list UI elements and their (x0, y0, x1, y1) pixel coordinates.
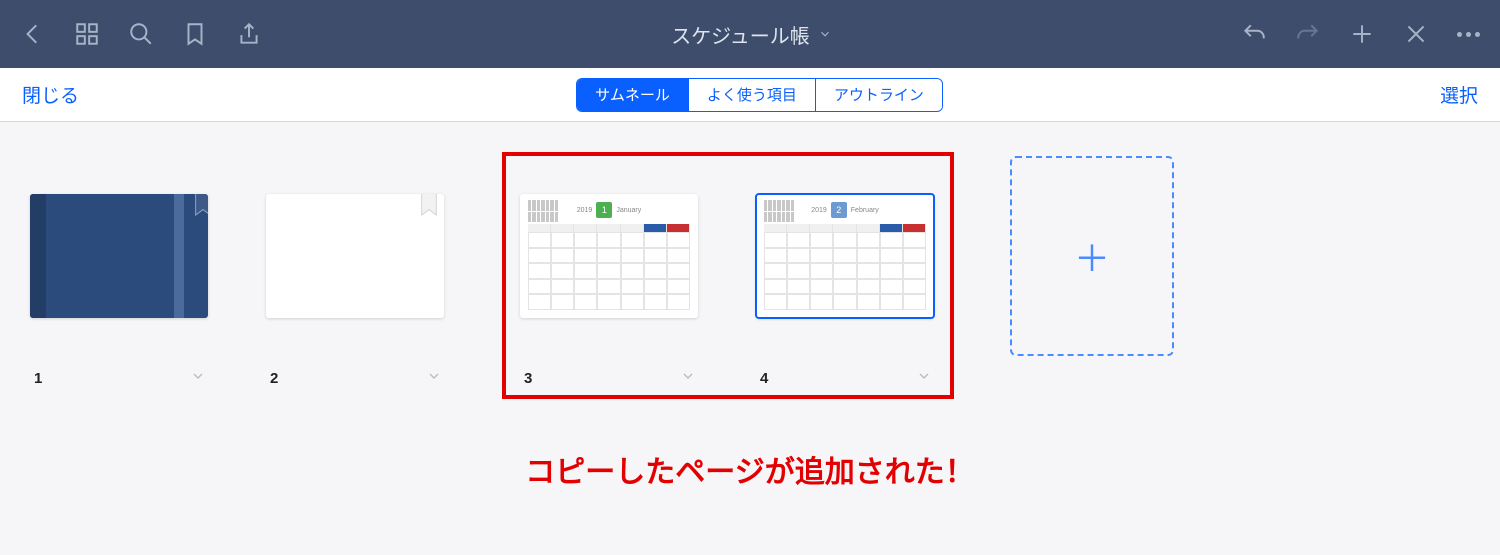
calendar-year: 2019 (577, 207, 593, 214)
page-thumbnail-2[interactable]: 2 (266, 194, 446, 389)
select-button[interactable]: 選択 (1440, 81, 1478, 108)
bookmark-outline-icon (418, 194, 440, 225)
undo-icon[interactable] (1241, 21, 1267, 47)
view-segmented-control: サムネール よく使う項目 アウトライン (576, 78, 943, 112)
calendar-month-badge: 1 (596, 202, 612, 218)
plus-icon: ＋ (1074, 230, 1110, 282)
tab-thumbnails[interactable]: サムネール (577, 79, 689, 111)
page-menu-icon[interactable] (426, 368, 442, 389)
calendar-year: 2019 (811, 207, 827, 214)
calendar-month-label: February (851, 207, 879, 214)
tab-favorites[interactable]: よく使う項目 (689, 79, 816, 111)
search-icon[interactable] (128, 21, 154, 47)
chevron-down-icon[interactable] (818, 27, 832, 41)
page-thumbnail-4[interactable]: 2019 2 February 4 (756, 194, 936, 389)
calendar-month-label: January (616, 207, 641, 214)
page-thumbnail-3[interactable]: 2019 1 January 3 (520, 194, 700, 389)
redo-icon[interactable] (1295, 21, 1321, 47)
page-thumbnail-1[interactable]: 1 (30, 194, 210, 389)
add-icon[interactable] (1349, 21, 1375, 47)
thumbnails-area: 1 2 2019 1 January (0, 122, 1500, 399)
page-number: 1 (34, 370, 42, 387)
back-icon[interactable] (20, 21, 46, 47)
page-number: 2 (270, 370, 278, 387)
page-menu-icon[interactable] (190, 368, 206, 389)
add-page-tile[interactable]: ＋ (1010, 152, 1174, 356)
top-toolbar: スケジュール帳 (0, 0, 1500, 68)
sub-toolbar: 閉じる サムネール よく使う項目 アウトライン 選択 (0, 68, 1500, 122)
share-icon[interactable] (236, 21, 262, 47)
calendar-month-badge: 2 (831, 202, 847, 218)
page-menu-icon[interactable] (680, 368, 696, 389)
grid-icon[interactable] (74, 21, 100, 47)
page-number: 4 (760, 370, 768, 387)
tab-outline[interactable]: アウトライン (816, 79, 942, 111)
bookmark-icon[interactable] (182, 21, 208, 47)
bookmark-ribbon-icon (192, 194, 208, 225)
page-menu-icon[interactable] (916, 368, 932, 389)
more-icon[interactable] (1457, 32, 1480, 37)
annotation-caption: コピーしたページが追加された！ (0, 447, 1500, 491)
document-title[interactable]: スケジュール帳 (671, 20, 810, 49)
close-button[interactable]: 閉じる (22, 81, 79, 108)
page-number: 3 (524, 370, 532, 387)
scissors-icon[interactable] (1403, 21, 1429, 47)
